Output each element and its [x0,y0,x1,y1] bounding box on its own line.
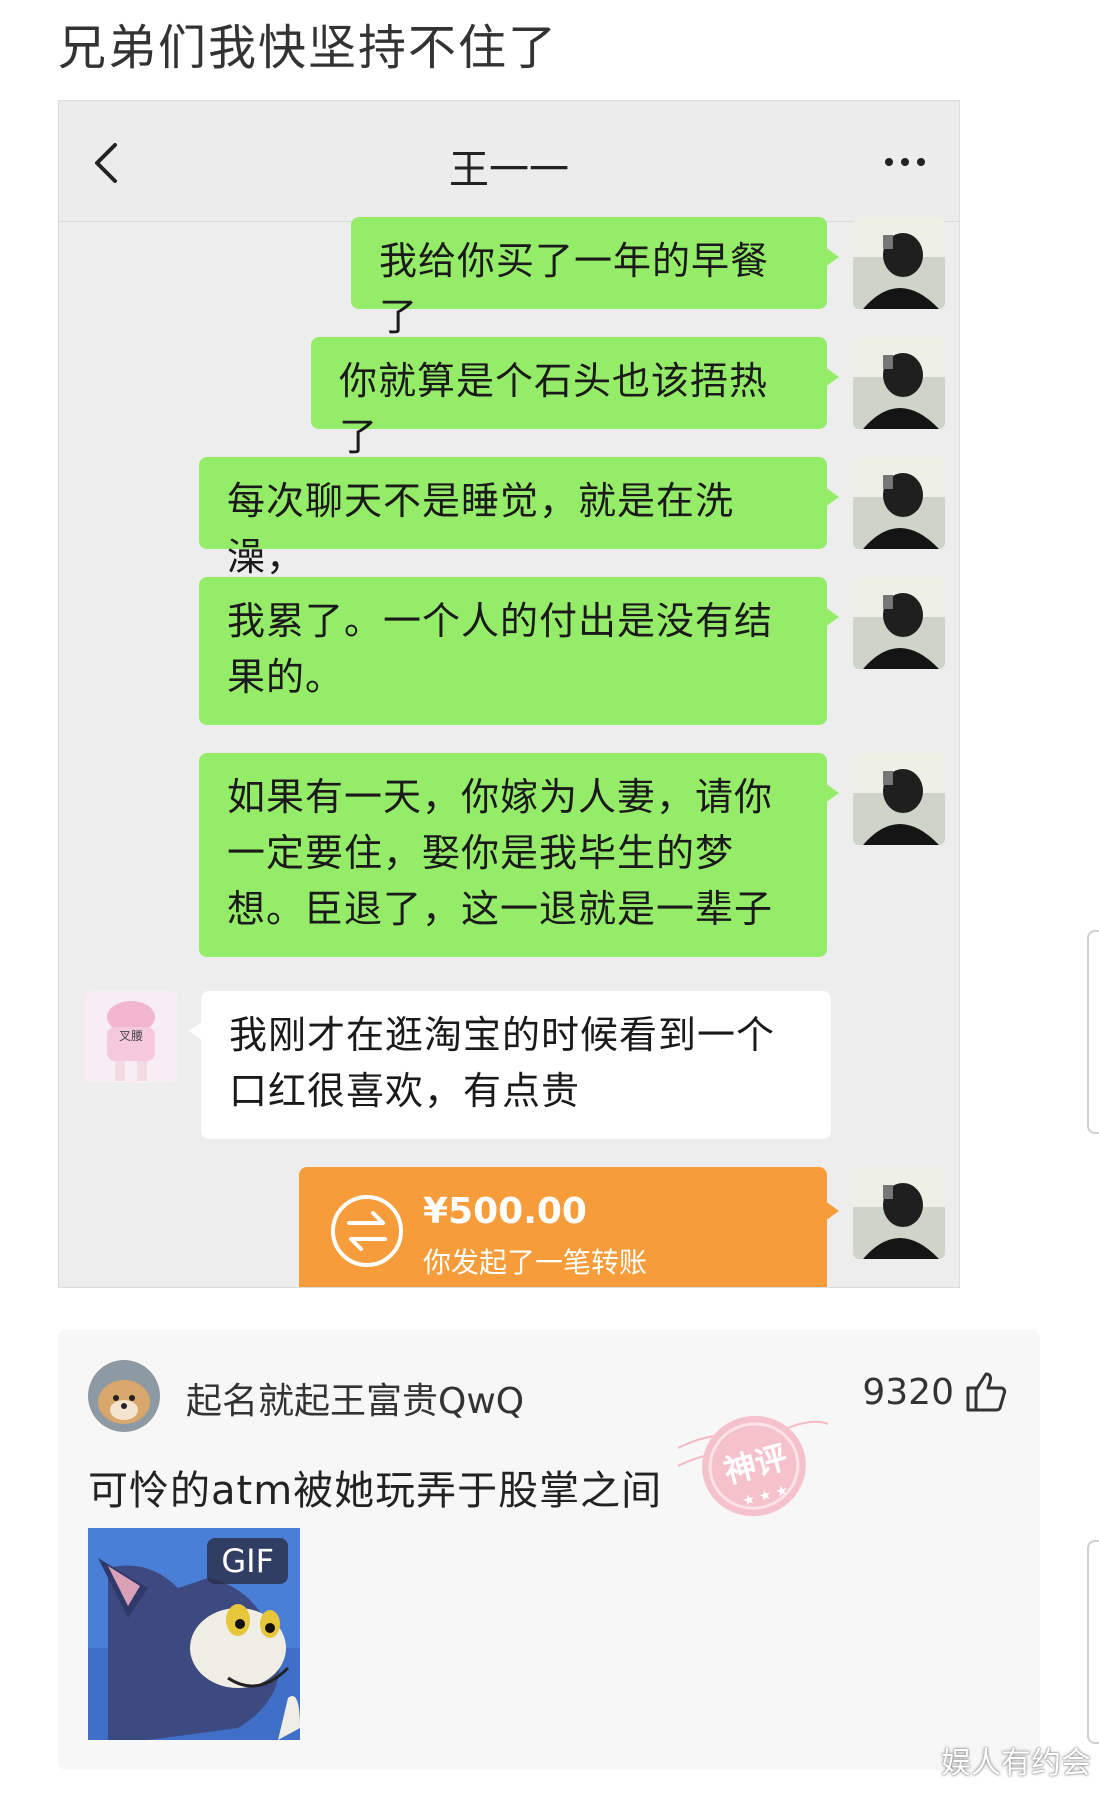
commenter-avatar[interactable] [88,1360,160,1432]
transfer-amount: ¥500.00 [423,1191,587,1232]
message-row: ¥500.00 你发起了一笔转账 [59,1167,959,1287]
message-bubble-sent[interactable]: 你就算是个石头也该捂热了 [311,337,839,459]
chat-contact-name: 王一一 [449,147,569,193]
message-bubble-sent[interactable]: 如果有一天，你嫁为人妻，请你一定要住，娶你是我毕生的梦想。臣退了，这一退就是一辈… [199,753,839,957]
chat-screenshot: 王一一 我给你买了一年的早餐了 你就算是个石头也该捂热了 每次聊天不是睡觉，就是… [58,100,960,1288]
user-avatar[interactable] [853,577,945,669]
user-avatar[interactable] [853,753,945,845]
message-row: 如果有一天，你嫁为人妻，请你一定要住，娶你是我毕生的梦想。臣退了，这一退就是一辈… [59,753,959,957]
like-count: 9320 [862,1372,954,1413]
comment-card: 起名就起王富贵QwQ 9320 神评 ★ ★ ★ 可怜的atm被她玩弄于股掌之间… [58,1330,1040,1770]
transfer-description: 你发起了一笔转账 [423,1246,648,1279]
thumbs-up-icon[interactable] [962,1368,1008,1414]
message-row: 叉腰 我刚才在逛淘宝的时候看到一个口红很喜欢，有点贵 [59,991,959,1139]
message-bubble-sent[interactable]: 我累了。一个人的付出是没有结果的。 [199,577,839,725]
transfer-card[interactable]: ¥500.00 你发起了一笔转账 [299,1167,839,1287]
message-row: 你就算是个石头也该捂热了 [59,337,959,459]
comment-text: 可怜的atm被她玩弄于股掌之间 [88,1468,663,1514]
message-bubble-sent[interactable]: 每次聊天不是睡觉，就是在洗澡， [199,457,839,579]
message-row: 每次聊天不是睡觉，就是在洗澡， [59,457,959,579]
watermark: 娱人有约会 [941,1746,1091,1781]
contact-avatar[interactable]: 叉腰 [85,991,177,1083]
message-row: 我给你买了一年的早餐了 [59,217,959,339]
chat-header: 王一一 [59,101,959,222]
user-avatar[interactable] [853,1167,945,1259]
user-avatar[interactable] [853,457,945,549]
scroll-indicator[interactable] [1087,930,1099,1134]
more-options-icon[interactable] [881,147,929,177]
message-bubble-sent[interactable]: 我给你买了一年的早餐了 [351,217,839,339]
post-title: 兄弟们我快坚持不住了 [58,20,559,76]
user-avatar[interactable] [853,337,945,429]
commenter-username[interactable]: 起名就起王富贵QwQ [186,1372,524,1424]
scroll-indicator[interactable] [1087,1540,1099,1744]
featured-stamp-icon: 神评 ★ ★ ★ [678,1415,828,1517]
user-avatar[interactable] [853,217,945,309]
comment-gif[interactable]: GIF [88,1528,300,1740]
message-bubble-received[interactable]: 我刚才在逛淘宝的时候看到一个口红很喜欢，有点贵 [189,991,831,1139]
gif-badge: GIF [207,1538,288,1584]
avatar-label: 叉腰 [119,1029,144,1043]
message-row: 我累了。一个人的付出是没有结果的。 [59,577,959,725]
transfer-icon [331,1195,403,1267]
